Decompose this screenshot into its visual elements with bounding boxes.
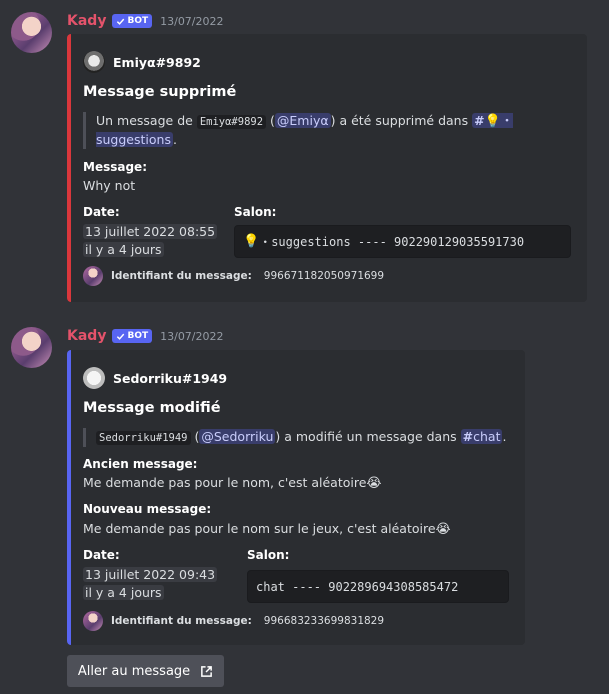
field-old-value: Me demande pas pour le nom, c'est aléato…	[83, 474, 382, 493]
embed-footer: Identifiant du message: 9966832336998318…	[83, 611, 384, 631]
user-mention[interactable]: @Sedorriku	[199, 429, 276, 444]
message-header: Kady BOT 13/07/2022	[67, 12, 224, 30]
check-icon	[117, 18, 125, 25]
user-mention[interactable]: @Emiyα	[274, 113, 331, 128]
desc-text: .	[502, 429, 507, 444]
embed-author: Emiyα#9892	[83, 51, 201, 73]
hash-icon: #	[474, 113, 485, 128]
embed-author: Sedorriku#1949	[83, 367, 227, 389]
message-header: Kady BOT 13/07/2022	[67, 327, 224, 345]
external-link-icon	[201, 665, 213, 677]
crying-emoji: 😭	[435, 522, 451, 537]
salon-code: suggestions ---- 902290129035591730	[271, 234, 525, 249]
hash-icon: #	[462, 429, 474, 444]
timestamp: 13/07/2022	[160, 329, 224, 343]
desc-text: a été supprimé dans	[339, 113, 469, 128]
embed-title: Message modifié	[83, 400, 221, 416]
field-message-name: Message:	[83, 160, 147, 174]
crying-emoji: 😭	[366, 476, 382, 491]
embed-title: Message supprimé	[83, 84, 237, 100]
field-old-name: Ancien message:	[83, 457, 198, 471]
check-icon	[117, 333, 125, 340]
embed-author-name: Emiyα#9892	[113, 54, 201, 70]
footer-value: 996683233699831829	[263, 615, 385, 627]
embed-author-avatar	[83, 51, 105, 73]
embed-footer: Identifiant du message: 9966711820509716…	[83, 266, 384, 286]
embed: Sedorriku#1949 Message modifié Sedorriku…	[67, 350, 525, 645]
embed-author-avatar	[83, 367, 105, 389]
user-tag-code: Sedorriku#1949	[96, 431, 191, 445]
old-message-text: Me demande pas pour le nom, c'est aléato…	[83, 475, 367, 490]
field-date-value: 13 juillet 2022 09:43 il y a 4 jours	[83, 566, 218, 602]
field-date-name: Date:	[83, 205, 120, 219]
relative-timestamp[interactable]: il y a 4 jours	[83, 242, 164, 257]
channel-name: suggestions	[96, 132, 171, 147]
desc-text: a modifié un message dans	[284, 429, 457, 444]
bot-badge: BOT	[112, 329, 153, 343]
author-name[interactable]: Kady	[67, 328, 106, 344]
new-message-text: Me demande pas pour le nom sur le jeux, …	[83, 521, 436, 536]
date-timestamp[interactable]: 13 juillet 2022 09:43	[83, 567, 218, 582]
desc-text: Un message de	[96, 113, 193, 128]
field-new-name: Nouveau message:	[83, 502, 212, 516]
channel-name: chat	[473, 429, 501, 444]
footer-icon	[83, 266, 103, 286]
lightbulb-emoji: 💡	[484, 114, 501, 129]
avatar[interactable]	[11, 327, 52, 368]
footer-value: 996671182050971699	[263, 270, 385, 282]
code-block: chat ---- 902289694308585472	[247, 570, 509, 603]
bot-badge: BOT	[112, 14, 153, 28]
footer-label: Identifiant du message:	[111, 615, 252, 627]
user-tag-code: Emiyα#9892	[196, 115, 267, 129]
salon-code: chat ---- 902289694308585472	[256, 579, 459, 594]
desc-text: .	[172, 132, 177, 147]
footer-label: Identifiant du message:	[111, 270, 252, 282]
field-date-name: Date:	[83, 548, 120, 562]
embed-author-name: Sedorriku#1949	[113, 370, 228, 386]
embed: Emiyα#9892 Message supprimé Un message d…	[67, 34, 587, 302]
field-new-value: Me demande pas pour le nom sur le jeux, …	[83, 520, 451, 539]
code-block: 💡 ・ suggestions ---- 902290129035591730	[234, 225, 571, 258]
field-date-value: 13 juillet 2022 08:55 il y a 4 jours	[83, 223, 218, 259]
footer-icon	[83, 611, 103, 631]
field-message-value: Why not	[83, 178, 136, 193]
embed-description: Sedorriku#1949 (@Sedorriku) a modifié un…	[83, 428, 513, 447]
bot-badge-label: BOT	[127, 16, 149, 26]
field-salon-name: Salon:	[247, 548, 290, 562]
relative-timestamp[interactable]: il y a 4 jours	[83, 585, 164, 600]
embed-description: Un message de Emiyα#9892 (@Emiyα) a été …	[83, 112, 523, 149]
author-name[interactable]: Kady	[67, 13, 106, 29]
lightbulb-emoji: 💡	[243, 234, 260, 249]
bot-badge-label: BOT	[127, 331, 149, 341]
avatar[interactable]	[11, 12, 52, 53]
channel-mention[interactable]: #chat	[460, 429, 503, 444]
go-to-message-label: Aller au message	[77, 663, 191, 679]
timestamp: 13/07/2022	[160, 14, 224, 28]
field-salon-name: Salon:	[234, 205, 277, 219]
go-to-message-button[interactable]: Aller au message	[67, 655, 224, 687]
date-timestamp[interactable]: 13 juillet 2022 08:55	[83, 224, 218, 239]
